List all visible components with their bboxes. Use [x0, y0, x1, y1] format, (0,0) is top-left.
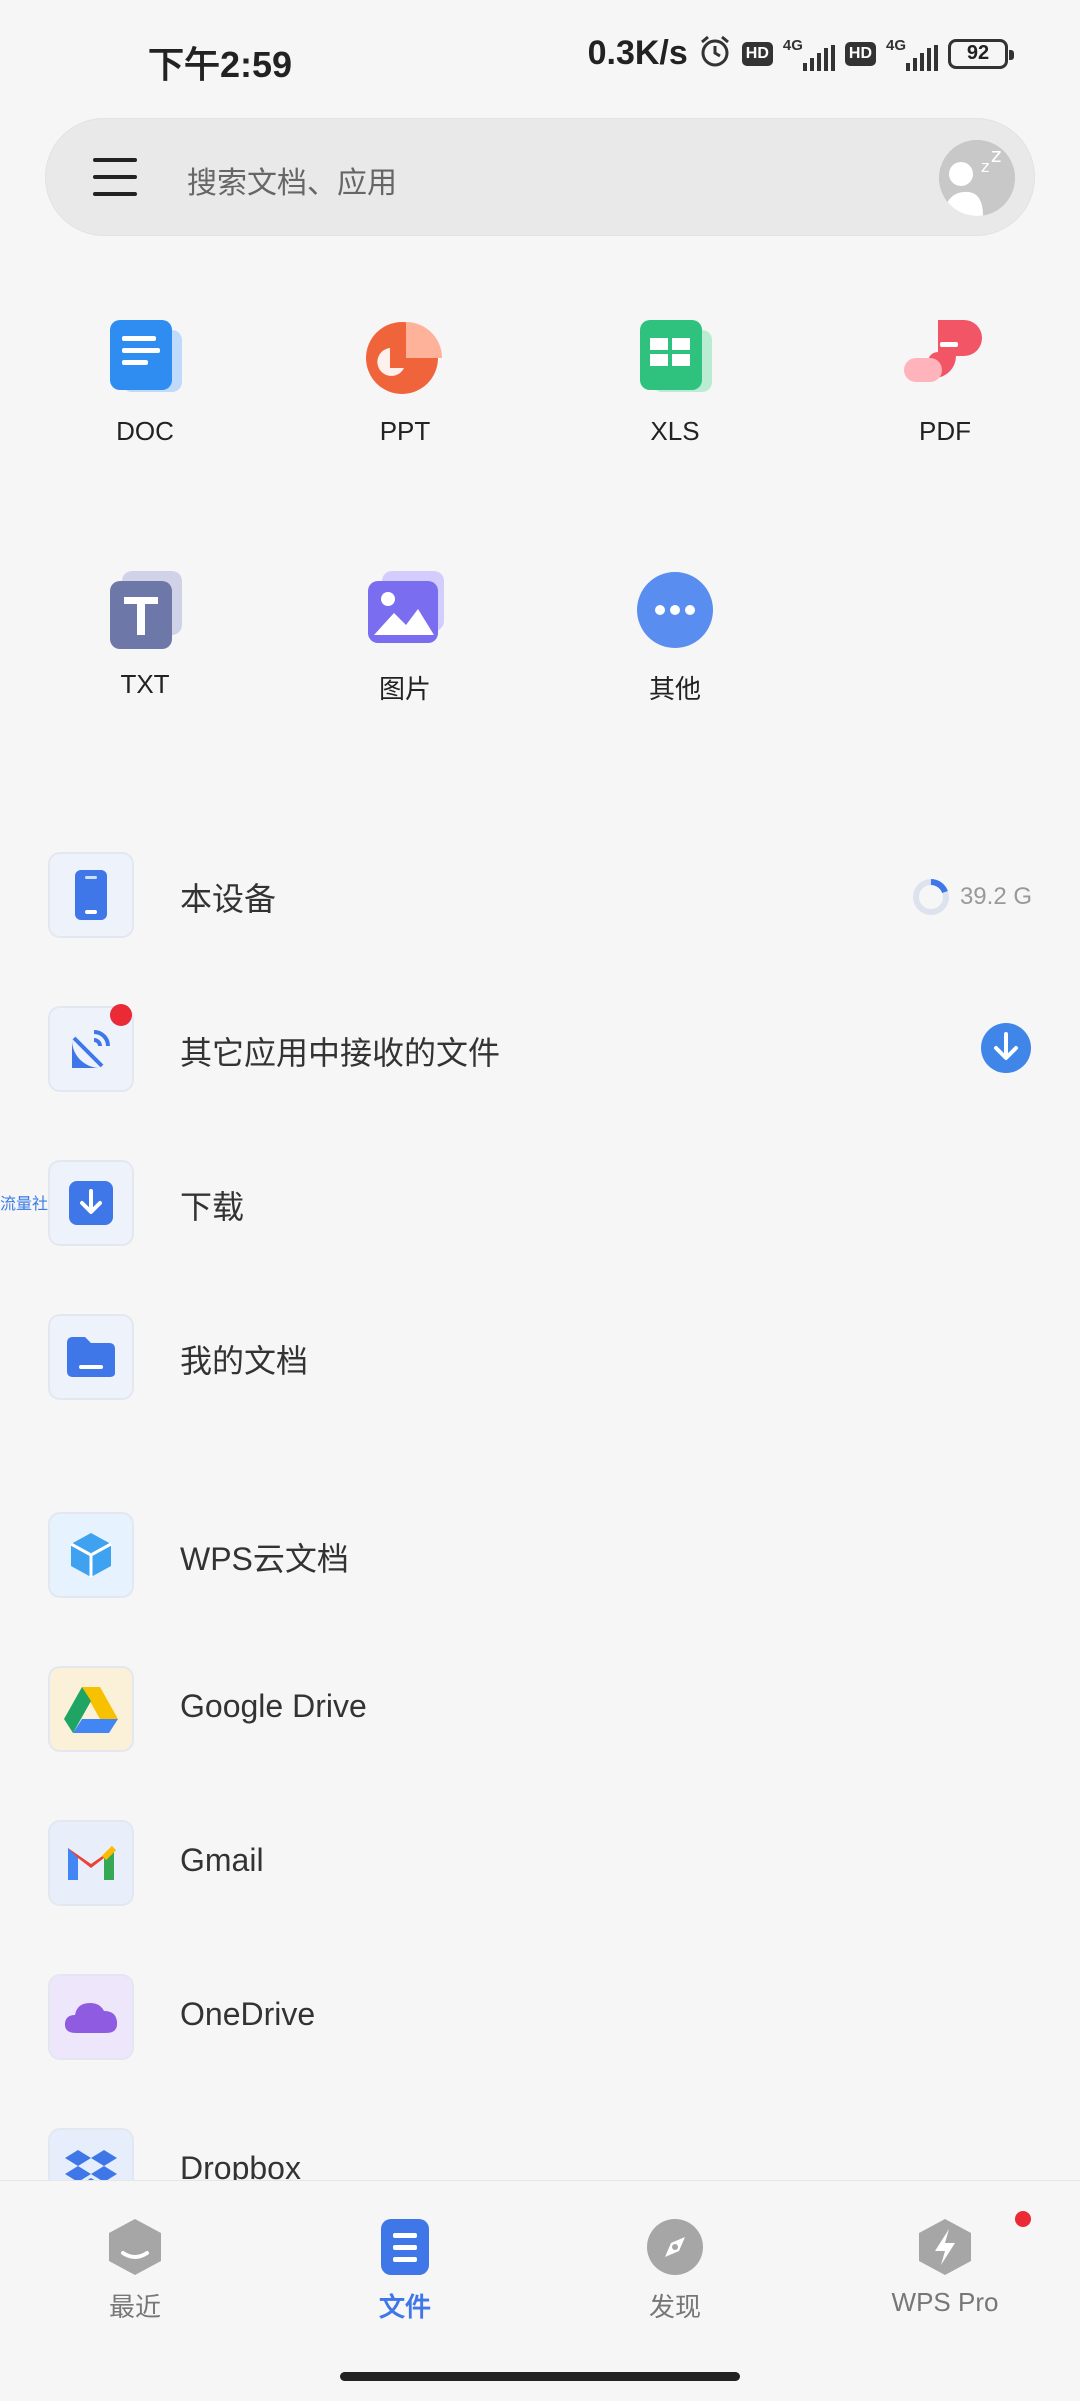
nav-discover[interactable]: 发现	[575, 2217, 775, 2324]
search-input[interactable]: 搜索文档、应用	[187, 158, 397, 202]
satellite-icon	[50, 1004, 132, 1090]
list-item-downloads[interactable]: 下载	[0, 1142, 1080, 1262]
status-indicators: 0.3K/s HD 4G HD 4G 92	[587, 34, 1014, 73]
user-sleep-icon: z z	[939, 140, 1015, 216]
filetype-image[interactable]: 图片	[315, 565, 495, 706]
doc-icon	[100, 312, 190, 402]
filetype-xls[interactable]: XLS	[585, 312, 765, 447]
menu-icon[interactable]	[93, 158, 137, 196]
more-icon	[630, 565, 720, 655]
hd-icon-2: HD	[844, 41, 876, 66]
phone-icon	[50, 854, 132, 936]
compass-icon	[645, 2217, 705, 2277]
alarm-icon	[698, 34, 732, 73]
files-icon	[375, 2217, 435, 2277]
battery-icon: 92	[948, 38, 1014, 69]
onedrive-icon	[50, 1976, 132, 2058]
signal-icon-2: 4G	[886, 37, 938, 71]
recent-icon	[105, 2217, 165, 2277]
image-icon	[360, 565, 450, 655]
nav-recent[interactable]: 最近	[35, 2217, 235, 2324]
bottom-navigation: 最近 文件 发现 WPS Pro	[0, 2180, 1080, 2401]
home-indicator[interactable]	[340, 2372, 740, 2381]
wps-cloud-icon	[50, 1514, 132, 1596]
txt-icon	[100, 565, 190, 655]
list-item-my-documents[interactable]: 我的文档	[0, 1296, 1080, 1416]
gmail-icon	[50, 1822, 132, 1904]
storage-ring-icon	[912, 879, 949, 915]
svg-text:z: z	[991, 143, 1002, 167]
filetype-other[interactable]: 其他	[585, 565, 765, 706]
svg-text:z: z	[981, 157, 989, 176]
filetype-doc[interactable]: DOC	[55, 312, 235, 447]
signal-icon: 4G	[783, 37, 835, 71]
download-circle-icon[interactable]	[980, 1022, 1032, 1079]
download-icon	[50, 1162, 132, 1244]
ppt-icon	[360, 312, 450, 402]
list-item-gmail[interactable]: Gmail	[0, 1802, 1080, 1922]
nav-files[interactable]: 文件	[305, 2217, 505, 2324]
list-item-wps-cloud[interactable]: WPS云文档	[0, 1494, 1080, 1614]
network-speed: 0.3K/s	[587, 34, 688, 72]
avatar[interactable]: z z	[939, 140, 1015, 216]
search-bar[interactable]: 搜索文档、应用 z z	[45, 118, 1035, 236]
hd-icon: HD	[741, 41, 773, 66]
folder-icon	[50, 1316, 132, 1398]
filetype-ppt[interactable]: PPT	[315, 312, 495, 447]
google-drive-icon	[50, 1668, 132, 1750]
status-bar: 下午2:59 0.3K/s HD 4G HD 4G 92	[0, 0, 1080, 110]
storage-size: 39.2 G	[959, 883, 1032, 910]
list-item-google-drive[interactable]: Google Drive	[0, 1648, 1080, 1768]
filetype-txt[interactable]: TXT	[55, 565, 235, 700]
status-time: 下午2:59	[148, 44, 293, 85]
storage-usage: 39.2 G	[912, 878, 1032, 916]
list-item-device[interactable]: 本设备 39.2 G	[0, 834, 1080, 954]
wps-pro-icon	[915, 2217, 975, 2277]
notification-dot	[110, 1004, 132, 1026]
filetype-pdf[interactable]: PDF	[855, 312, 1035, 447]
list-item-received-files[interactable]: 其它应用中接收的文件	[0, 988, 1080, 1108]
xls-icon	[630, 312, 720, 402]
pdf-icon	[900, 312, 990, 402]
pro-notification-dot	[1015, 2211, 1031, 2227]
nav-wps-pro[interactable]: WPS Pro	[845, 2211, 1045, 2318]
list-item-onedrive[interactable]: OneDrive	[0, 1956, 1080, 2076]
